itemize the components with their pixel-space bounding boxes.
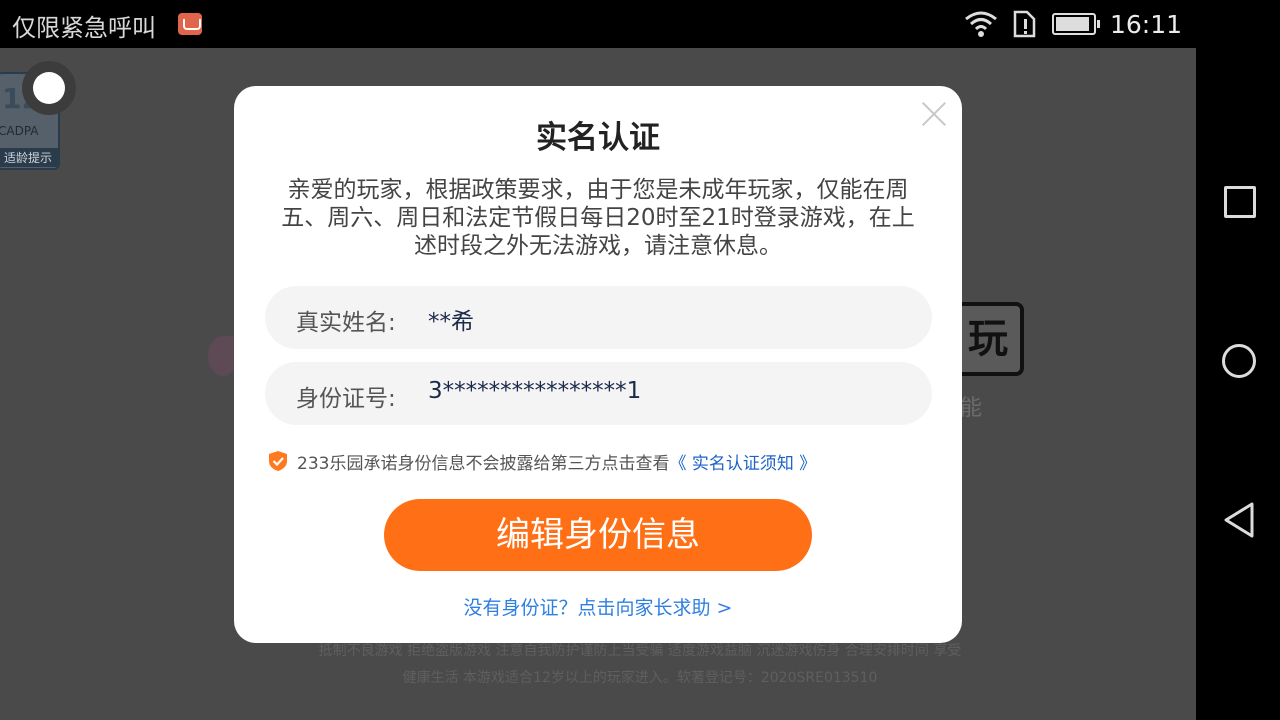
edit-identity-button[interactable]: 编辑身份信息 [384, 499, 812, 571]
privacy-promise-text: 233乐园承诺身份信息不会披露给第三方点击查看 [297, 453, 670, 474]
age-rating-org: CADPA [0, 124, 39, 138]
description-line: 五、周六、周日和法定节假日每日20时至21时登录游戏，在上 [281, 205, 915, 231]
battery-level [1055, 17, 1090, 31]
dialog-description: 亲爱的玩家，根据政策要求，由于您是未成年玩家，仅能在周 五、周六、周日和法定节假… [262, 176, 934, 260]
description-line: 亲爱的玩家，根据政策要求，由于您是未成年玩家，仅能在周 [287, 177, 909, 203]
dialog-title: 实名认证 [536, 120, 660, 156]
status-icons: 16:11 [964, 8, 1182, 40]
age-rating-tip: 适龄提示 [0, 148, 58, 167]
privacy-promise: 233乐园承诺身份信息不会披露给第三方点击查看 《 实名认证须知 》 [268, 448, 816, 474]
recent-apps-button[interactable] [1224, 186, 1256, 218]
description-line: 述时段之外无法游戏，请注意休息。 [414, 233, 782, 259]
footer-line: 健康生活 本游戏适合12岁以上的玩家进入。软著登记号：2020SRE013510 [402, 670, 878, 686]
wifi-icon [965, 11, 997, 37]
verification-notice-link[interactable]: 《 实名认证须知 》 [669, 449, 816, 474]
battery-icon [1051, 13, 1100, 35]
mail-notification-icon [178, 13, 202, 35]
id-number-field[interactable]: 身份证号: 3****************1 [265, 362, 932, 425]
carrier-text: 仅限紧急呼叫 [12, 14, 156, 42]
floating-assistant-button[interactable] [22, 61, 76, 115]
id-number-value: 3****************1 [428, 378, 642, 404]
clock: 16:11 [1109, 9, 1182, 39]
real-name-field[interactable]: 真实姓名: **希 [265, 286, 932, 349]
back-button[interactable] [1220, 500, 1260, 540]
health-notice-footer: 抵制不良游戏 拒绝盗版游戏 注意自我防护谨防上当受骗 适度游戏益脑 沉迷游戏伤身… [260, 638, 1020, 692]
parent-help-link[interactable]: 没有身份证？点击向家长求助 > [234, 593, 962, 620]
real-name-label: 真实姓名: [296, 310, 396, 336]
sim-alert-icon [1013, 10, 1036, 38]
background-text: 能 [960, 396, 983, 421]
status-bar: 仅限紧急呼叫 16:11 [0, 0, 1196, 48]
background-logo: 玩 [952, 302, 1024, 376]
shield-check-icon [269, 451, 287, 471]
real-name-value: **希 [428, 309, 474, 335]
id-number-label: 身份证号: [296, 386, 396, 412]
home-button[interactable] [1222, 344, 1256, 378]
